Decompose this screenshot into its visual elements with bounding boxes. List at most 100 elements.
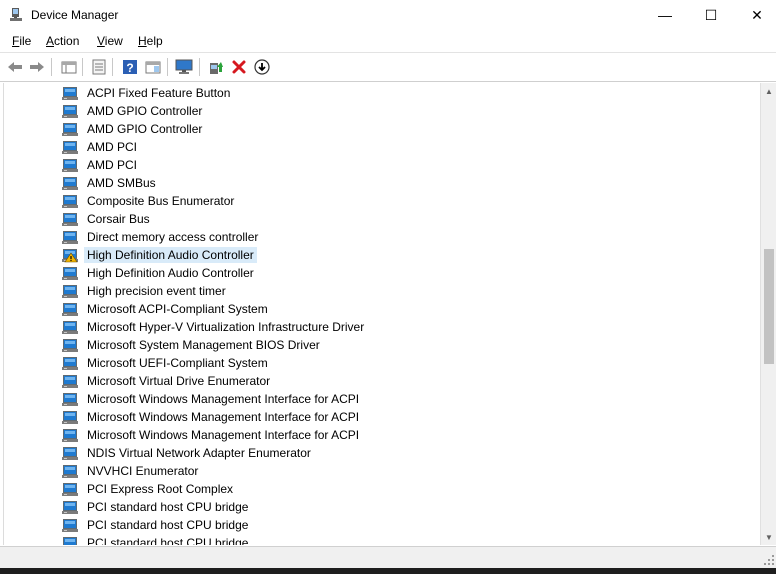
device-list-item[interactable]: PCI standard host CPU bridge: [62, 534, 251, 545]
toolbar-separator: [112, 58, 113, 76]
device-list-item[interactable]: AMD GPIO Controller: [62, 120, 205, 138]
device-list-item[interactable]: High Definition Audio Controller: [62, 246, 257, 264]
update-driver-icon: [210, 62, 223, 74]
scroll-up-arrow-icon[interactable]: ▲: [761, 83, 776, 99]
menu-help[interactable]: Help: [138, 34, 163, 48]
device-list-item[interactable]: Microsoft Windows Management Interface f…: [62, 390, 362, 408]
device-label: NVVHCI Enumerator: [87, 464, 199, 478]
device-label: NDIS Virtual Network Adapter Enumerator: [87, 446, 311, 460]
device-list-item[interactable]: Microsoft ACPI-Compliant System: [62, 300, 271, 318]
menu-view[interactable]: View: [97, 34, 123, 48]
system-device-icon: [62, 139, 78, 155]
uninstall-icon: [232, 60, 246, 74]
device-list-item[interactable]: AMD GPIO Controller: [62, 102, 205, 120]
device-label: Microsoft Windows Management Interface f…: [87, 392, 360, 406]
scroll-thumb[interactable]: [764, 249, 774, 364]
forward-icon: [30, 62, 44, 72]
uninstall-device-button[interactable]: [230, 58, 248, 76]
help-button[interactable]: ?: [121, 58, 139, 76]
system-device-icon: [62, 193, 78, 209]
enable-device-button[interactable]: [253, 58, 271, 76]
device-label: PCI standard host CPU bridge: [87, 500, 249, 514]
scroll-down-arrow-icon[interactable]: ▼: [761, 529, 776, 545]
device-label: Microsoft Windows Management Interface f…: [87, 410, 360, 424]
device-list-item[interactable]: AMD SMBus: [62, 174, 159, 192]
system-device-icon: [62, 319, 78, 335]
system-device-icon: [62, 229, 78, 245]
device-label: Microsoft UEFI-Compliant System: [87, 356, 268, 370]
device-label: PCI Express Root Complex: [87, 482, 234, 496]
device-list-item[interactable]: NDIS Virtual Network Adapter Enumerator: [62, 444, 314, 462]
system-device-icon: [62, 535, 78, 545]
menu-file[interactable]: File: [12, 34, 31, 48]
device-label: PCI standard host CPU bridge: [87, 536, 249, 545]
window-title: Device Manager: [31, 8, 119, 22]
maximize-button[interactable]: ☐: [688, 0, 734, 30]
system-device-icon: [62, 265, 78, 281]
device-label: High Definition Audio Controller: [87, 266, 254, 280]
minimize-button[interactable]: —: [642, 0, 688, 30]
svg-text:?: ?: [126, 61, 133, 75]
update-driver-button[interactable]: [207, 58, 225, 76]
device-list-item[interactable]: Microsoft Hyper-V Virtualization Infrast…: [62, 318, 367, 336]
system-device-icon: [62, 85, 78, 101]
device-list-item[interactable]: Microsoft Windows Management Interface f…: [62, 408, 362, 426]
forward-button[interactable]: [28, 58, 46, 76]
back-button[interactable]: [6, 58, 24, 76]
device-label: Microsoft System Management BIOS Driver: [87, 338, 320, 352]
device-tree[interactable]: ACPI Fixed Feature Button AMD GPIO Contro…: [3, 83, 761, 545]
device-list-item[interactable]: High Definition Audio Controller: [62, 264, 257, 282]
toolbar-separator: [167, 58, 168, 76]
device-list-item[interactable]: High precision event timer: [62, 282, 229, 300]
action-panel-button[interactable]: [144, 58, 162, 76]
device-label: Microsoft Hyper-V Virtualization Infrast…: [87, 320, 365, 334]
system-device-icon: [62, 427, 78, 443]
device-list-item[interactable]: PCI standard host CPU bridge: [62, 516, 251, 534]
back-icon: [8, 62, 22, 72]
title-bar[interactable]: Device Manager — ☐ ✕: [0, 0, 776, 30]
device-list-item[interactable]: Microsoft Virtual Drive Enumerator: [62, 372, 273, 390]
device-list-item[interactable]: AMD PCI: [62, 138, 140, 156]
device-list-item[interactable]: PCI standard host CPU bridge: [62, 498, 251, 516]
help-icon: ?: [123, 60, 137, 75]
toolbar-separator: [82, 58, 83, 76]
resize-grip-icon[interactable]: [764, 555, 774, 565]
device-label: AMD PCI: [87, 158, 138, 172]
device-list-item[interactable]: Direct memory access controller: [62, 228, 261, 246]
close-button[interactable]: ✕: [734, 0, 776, 30]
device-list-item[interactable]: Microsoft Windows Management Interface f…: [62, 426, 362, 444]
system-device-icon: [62, 301, 78, 317]
device-list-item[interactable]: AMD PCI: [62, 156, 140, 174]
device-list-item[interactable]: Microsoft System Management BIOS Driver: [62, 336, 323, 354]
menu-action[interactable]: Action: [46, 34, 79, 48]
device-label: Microsoft Windows Management Interface f…: [87, 428, 360, 442]
minimize-icon: —: [658, 7, 672, 23]
device-label: Microsoft Virtual Drive Enumerator: [87, 374, 271, 388]
device-list-item[interactable]: Corsair Bus: [62, 210, 153, 228]
scan-hardware-button[interactable]: [175, 58, 193, 76]
device-label: Corsair Bus: [87, 212, 150, 226]
system-device-icon: [62, 517, 78, 533]
device-list-item[interactable]: NVVHCI Enumerator: [62, 462, 201, 480]
device-list-icon: [92, 59, 106, 75]
system-device-icon: [62, 337, 78, 353]
device-list-item[interactable]: PCI Express Root Complex: [62, 480, 236, 498]
device-list-item[interactable]: Microsoft UEFI-Compliant System: [62, 354, 271, 372]
properties-grid-button[interactable]: [60, 58, 78, 76]
device-label: ACPI Fixed Feature Button: [87, 86, 231, 100]
system-device-icon: [62, 499, 78, 515]
system-device-icon: [62, 175, 78, 191]
background-strip: [0, 568, 776, 574]
menu-bar: File Action View Help: [0, 30, 776, 52]
system-device-icon: [62, 121, 78, 137]
device-list-item[interactable]: ACPI Fixed Feature Button: [62, 84, 233, 102]
device-manager-icon: [8, 7, 24, 23]
download-icon: [254, 59, 270, 75]
device-label: AMD GPIO Controller: [87, 122, 203, 136]
device-label: AMD SMBus: [87, 176, 156, 190]
device-list-item[interactable]: Composite Bus Enumerator: [62, 192, 237, 210]
vertical-scrollbar[interactable]: ▲ ▼: [760, 83, 776, 545]
device-label: Direct memory access controller: [87, 230, 259, 244]
device-label: PCI standard host CPU bridge: [87, 518, 249, 532]
device-list-button[interactable]: [90, 58, 108, 76]
